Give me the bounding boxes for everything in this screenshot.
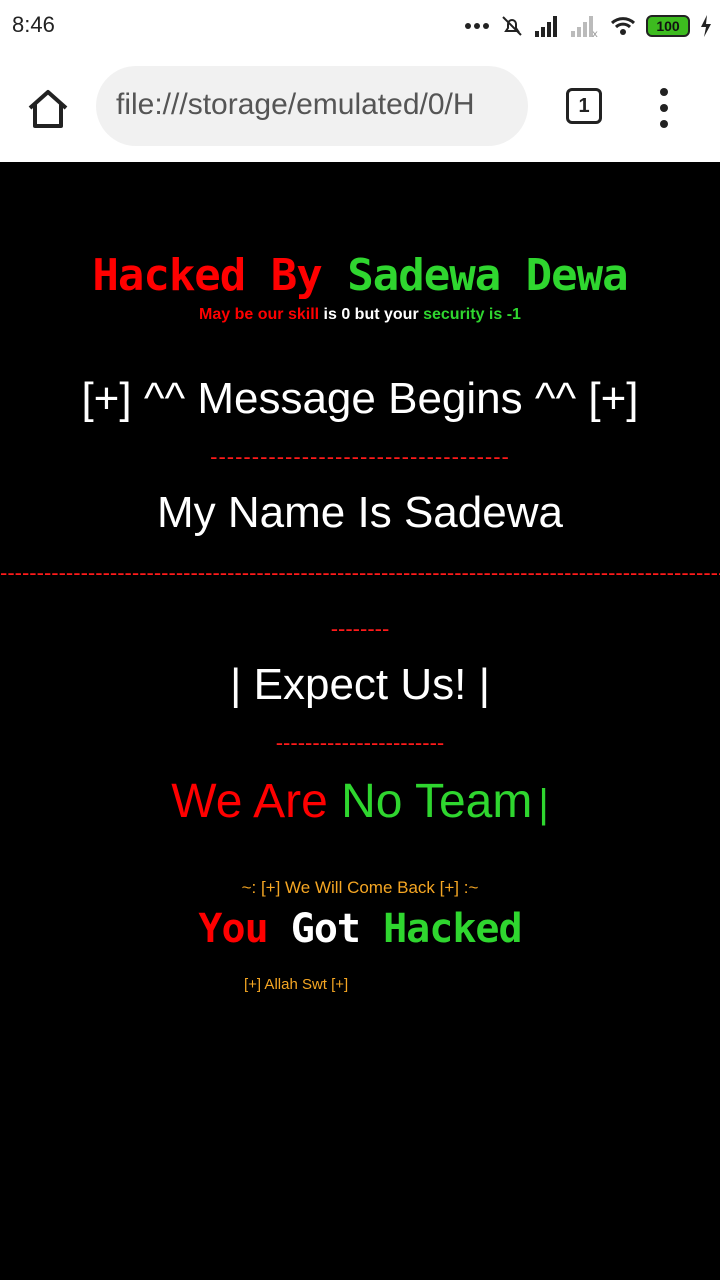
tab-count: 1 [578, 94, 590, 117]
team-line: We Are No Team | [0, 774, 720, 829]
expect-us: | Expect Us! | [229, 660, 491, 709]
title-hacked-by: Hacked By [92, 250, 348, 301]
page-title: Hacked By Sadewa Dewa [0, 250, 720, 301]
wifi-icon [610, 15, 636, 37]
battery-level: 100 [646, 15, 690, 37]
team-part1: We Are [171, 775, 342, 828]
home-button[interactable] [22, 84, 74, 132]
signal-none-icon: x [570, 15, 600, 37]
divider: ------------------------------------ [210, 444, 510, 469]
got-part3: Hacked [383, 906, 522, 952]
url-bar[interactable]: file:///storage/emulated/0/H [96, 66, 528, 146]
typing-cursor: | [538, 782, 549, 826]
browser-toolbar: file:///storage/emulated/0/H 1 [0, 52, 720, 162]
divider: ----------------------------------------… [0, 560, 720, 585]
got-part1: You [198, 906, 291, 952]
name-line: My Name Is Sadewa [157, 488, 563, 537]
divider: ----------------------- [275, 730, 445, 755]
message-begins: [+] ^^ Message Begins ^^ [+] [81, 374, 639, 423]
title-hacker-name: Sadewa Dewa [347, 250, 628, 301]
tagline-part2: is 0 but your [319, 306, 424, 323]
tagline: May be our skill is 0 but your security … [0, 306, 720, 324]
status-time: 8:46 [12, 12, 55, 37]
divider: -------- [330, 616, 390, 641]
charging-icon [700, 15, 712, 37]
svg-text:x: x [592, 29, 598, 37]
page-content: Hacked By Sadewa Dewa May be our skill i… [0, 162, 720, 1280]
home-icon [28, 90, 68, 128]
tagline-part3: security is -1 [423, 306, 521, 323]
got-hacked-title: You Got Hacked [0, 906, 720, 952]
come-back-line: ~: [+] We Will Come Back [+] :~ [241, 878, 479, 897]
team-part2: No Team [341, 775, 533, 828]
url-text[interactable]: file:///storage/emulated/0/H [116, 88, 475, 122]
status-icons: x 100 [464, 12, 712, 40]
mute-bell-icon [500, 14, 524, 38]
status-bar: 8:46 x 100 [0, 0, 720, 52]
tab-switcher-icon[interactable]: 1 [566, 88, 602, 124]
overflow-menu-icon[interactable] [654, 88, 674, 128]
tagline-part1: May be our skill [199, 306, 320, 323]
more-dots-icon [464, 22, 490, 30]
signal-icon [534, 15, 560, 37]
got-part2: Got [290, 906, 384, 952]
battery-icon: 100 [646, 15, 690, 37]
allah-line: [+] Allah Swt [+] [244, 976, 349, 993]
